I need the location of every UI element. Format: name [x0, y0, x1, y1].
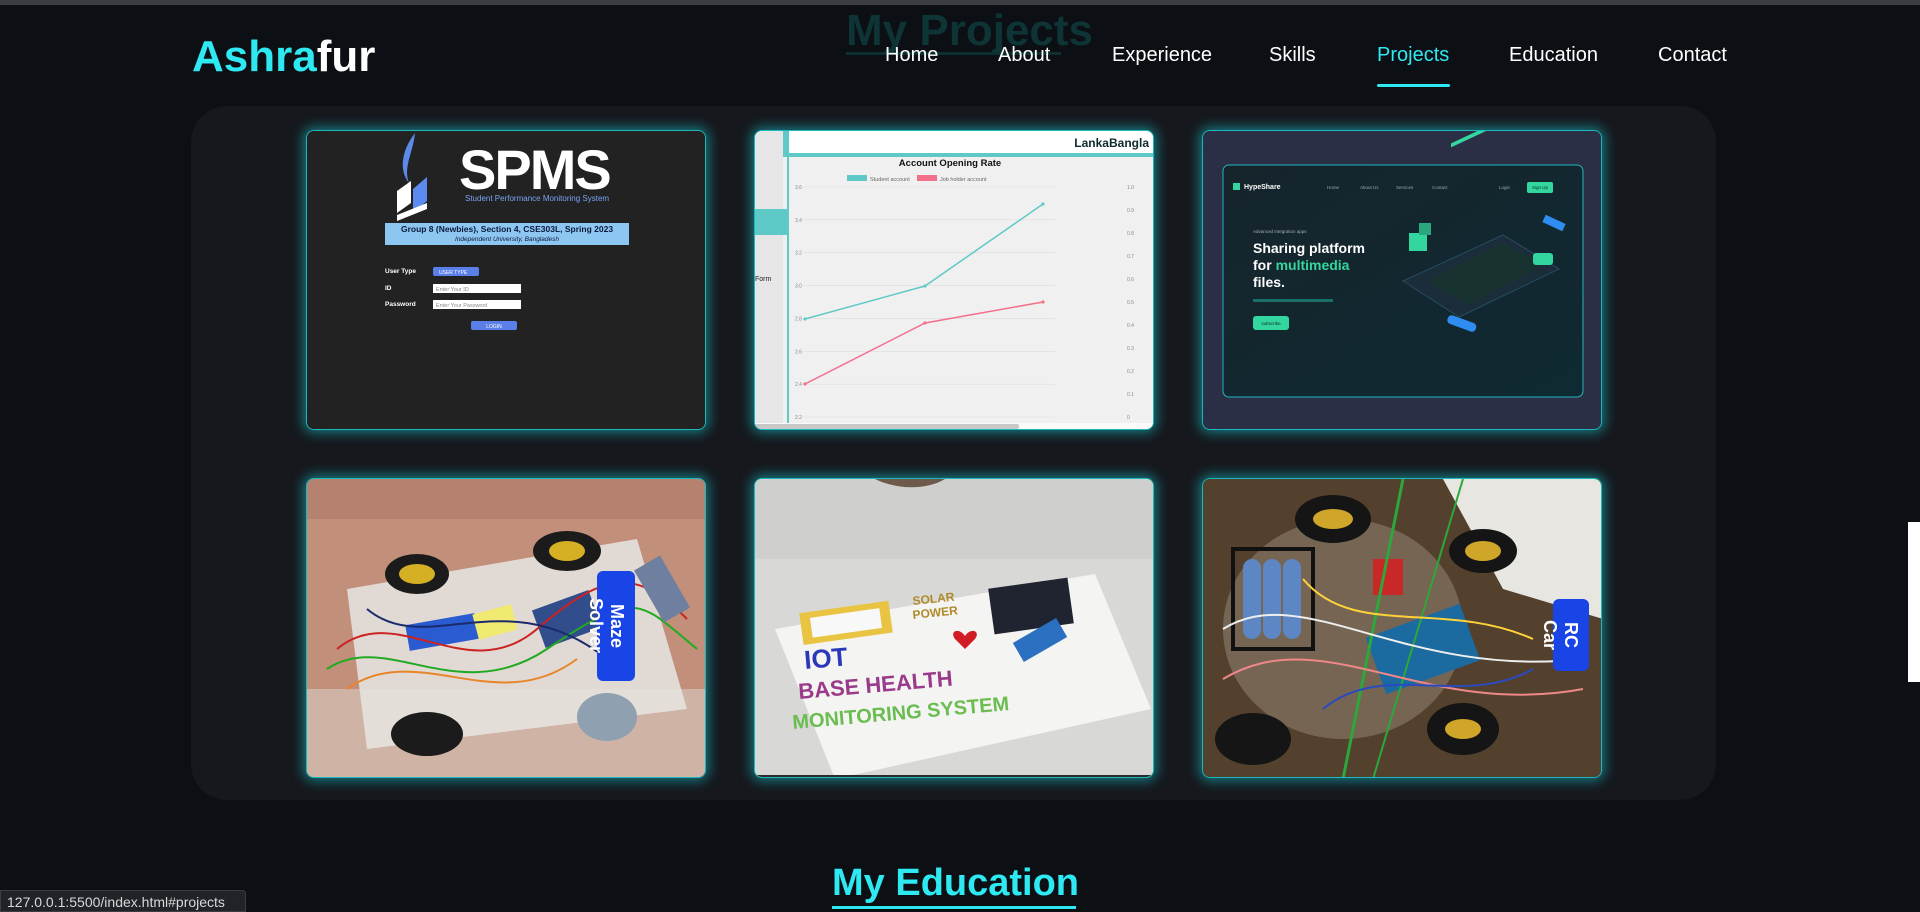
spms-banner-line2: Independent University, Bangladesh: [455, 236, 559, 243]
project-card-hypeshare[interactable]: HypeShare Home About Us Services Contact…: [1202, 130, 1602, 430]
active-nav-indicator: [1377, 84, 1450, 87]
chart-right-tick: 0.9: [1127, 208, 1134, 214]
chart-right-tick: 0.1: [1127, 392, 1134, 398]
spms-usertype-label: User Type: [385, 268, 416, 275]
status-bar-url: 127.0.0.1:5500/index.html#projects: [0, 890, 246, 912]
project-card-rc-car[interactable]: RC Car: [1202, 478, 1602, 778]
lankabangla-screenshot: LankaBangla Form Account Opening Rate St…: [755, 131, 1153, 429]
nav-projects[interactable]: Projects: [1377, 44, 1449, 67]
lankabangla-side-label: Form: [755, 276, 772, 283]
hs-caption: Advanced Integration apps: [1253, 229, 1307, 234]
project-card-spms[interactable]: SPMS Student Performance Monitoring Syst…: [306, 130, 706, 430]
browser-top-strip: [0, 0, 1920, 5]
nav-about[interactable]: About: [998, 44, 1050, 67]
iot-health-photo: SOLAR POWER IOT BASE HEALTH MONITORING S…: [755, 479, 1153, 777]
chart-right-tick: 0.6: [1127, 277, 1134, 283]
nav-home[interactable]: Home: [885, 44, 938, 67]
page-scrollbar-thumb[interactable]: [1908, 522, 1920, 682]
spms-subtitle: Student Performance Monitoring System: [465, 194, 609, 203]
nav-contact[interactable]: Contact: [1658, 44, 1727, 67]
maze-solver-tag: Maze Solver: [586, 571, 635, 681]
chart-right-tick: 0.7: [1127, 254, 1134, 260]
svg-text:for multimedia: for multimedia: [1253, 257, 1350, 273]
poster-iot: IOT: [803, 641, 849, 675]
education-section-title: My Education: [832, 862, 1080, 904]
hs-menu-about: About Us: [1360, 185, 1379, 190]
nav-skills[interactable]: Skills: [1269, 44, 1316, 67]
chart-right-tick: 0.2: [1127, 369, 1134, 375]
hs-headline-2a: for: [1253, 257, 1276, 273]
chart-right-tick: 0.8: [1127, 231, 1134, 237]
nav-education[interactable]: Education: [1509, 44, 1598, 67]
chart-right-tick: 0.3: [1127, 346, 1134, 352]
spms-login-button: LOGIN: [486, 324, 502, 330]
legend-student: Student account: [870, 177, 910, 183]
spms-id-input: Enter Your ID: [436, 287, 469, 293]
spms-password-input: Enter Your Password: [436, 303, 487, 309]
education-title-underline: [832, 906, 1076, 909]
rc-car-tag: RC Car: [1540, 599, 1589, 671]
hs-headline-3: files.: [1253, 274, 1285, 290]
chart-left-tick: 3.6: [795, 185, 802, 191]
chart-right-tick: 1.0: [1127, 185, 1134, 191]
chart-right-tick: 0.5: [1127, 300, 1134, 306]
chart-left-tick: 2.8: [795, 316, 802, 322]
spms-banner-line1: Group 8 (Newbies), Section 4, CSE303L, S…: [401, 224, 613, 234]
chart-right-tick: 0.4: [1127, 323, 1134, 329]
hs-headline-1: Sharing platform: [1253, 240, 1365, 256]
project-card-iot-health[interactable]: SOLAR POWER IOT BASE HEALTH MONITORING S…: [754, 478, 1154, 778]
spms-usertype-select: USER TYPE: [439, 270, 468, 276]
hs-menu-home: Home: [1327, 185, 1340, 190]
hs-headline-2b: multimedia: [1276, 257, 1350, 273]
nav-experience[interactable]: Experience: [1112, 44, 1212, 67]
chart-left-tick: 3.2: [795, 251, 802, 257]
hs-menu-services: Services: [1396, 185, 1414, 190]
lankabangla-brand: LankaBangla: [1074, 136, 1149, 150]
chart-left-tick: 2.2: [795, 415, 802, 421]
hypeshare-screenshot: HypeShare Home About Us Services Contact…: [1203, 131, 1601, 429]
horizontal-scrollbar: [755, 424, 1019, 429]
project-card-lankabangla[interactable]: LankaBangla Form Account Opening Rate St…: [754, 130, 1154, 430]
hs-subscribe-button: subscribe: [1261, 321, 1281, 326]
chart-right-tick: 0: [1127, 415, 1130, 421]
spms-screenshot: SPMS Student Performance Monitoring Syst…: [307, 131, 705, 429]
spms-password-label: Password: [385, 301, 416, 308]
spms-id-label: ID: [385, 285, 392, 292]
hs-signup: Sign Up: [1532, 185, 1549, 190]
project-card-maze-solver[interactable]: Maze Solver: [306, 478, 706, 778]
hs-menu-contact: Contact: [1432, 185, 1448, 190]
chart-left-tick: 3.4: [795, 218, 802, 224]
hypeshare-brand: HypeShare: [1244, 184, 1281, 191]
hs-login: Login: [1499, 185, 1511, 190]
maze-solver-photo: [307, 479, 705, 777]
chart-title: Account Opening Rate: [899, 158, 1001, 169]
chart-left-tick: 2.4: [795, 382, 802, 388]
spms-logo-text: SPMS: [459, 138, 610, 201]
chart-left-tick: 2.6: [795, 349, 802, 355]
main-navigation: Home About Experience Skills Projects Ed…: [0, 44, 1920, 94]
chart-left-tick: 3.0: [795, 284, 802, 290]
legend-jobholder: Job holder account: [940, 177, 987, 183]
